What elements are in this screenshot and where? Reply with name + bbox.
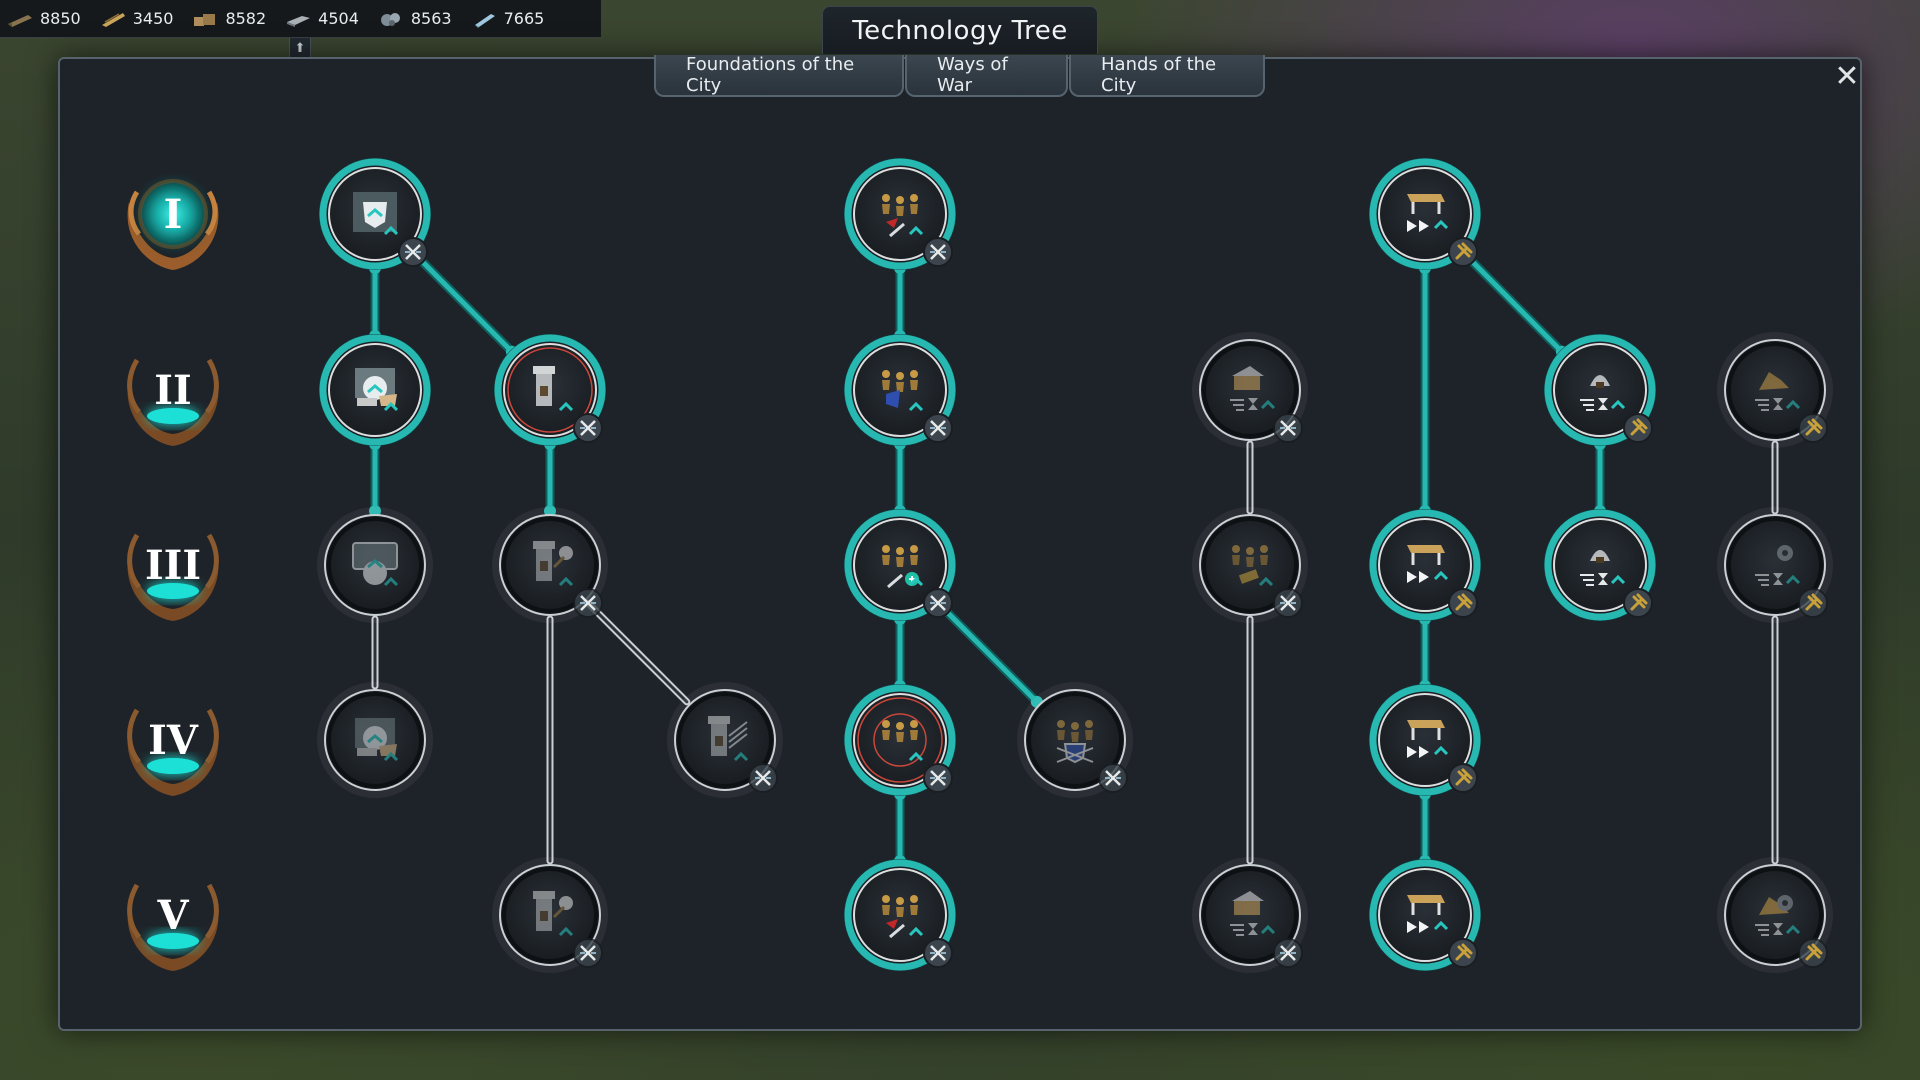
technology-tree: I II III IV V	[127, 158, 1833, 973]
gold-hammer-badge-icon	[1448, 938, 1478, 968]
gold-hammer-badge-icon	[1623, 588, 1653, 618]
gold-hammer-badge-icon	[1448, 237, 1478, 267]
tech-node-c2-t2[interactable]	[494, 334, 606, 446]
swords-badge-icon	[573, 413, 603, 443]
tech-node-c8-t3[interactable]	[1544, 509, 1656, 621]
shield-upgrade-icon	[353, 192, 399, 236]
tree-link	[369, 438, 381, 517]
tier-badge-3: III	[127, 533, 219, 621]
tech-node-c3-t4[interactable]	[667, 682, 783, 798]
swords-badge-icon	[923, 938, 953, 968]
swords-badge-icon	[923, 588, 953, 618]
tier-label: II	[154, 367, 191, 414]
swords-badge-icon	[573, 588, 603, 618]
tech-node-c9-t3[interactable]	[1717, 507, 1833, 623]
tree-link	[1419, 262, 1431, 517]
tree-link	[584, 599, 691, 706]
tree-link	[369, 262, 381, 342]
gold-hammer-badge-icon	[1448, 763, 1478, 793]
tech-node-c6-t3[interactable]	[1192, 507, 1308, 623]
swords-badge-icon	[923, 763, 953, 793]
tech-node-c6-t5[interactable]	[1192, 857, 1308, 973]
swords-badge-icon	[1273, 588, 1303, 618]
tech-node-c2-t3[interactable]	[492, 507, 608, 623]
tech-node-c9-t5[interactable]	[1717, 857, 1833, 973]
tech-node-c7-t4[interactable]	[1369, 684, 1481, 796]
tech-node-c1-t1[interactable]	[319, 158, 431, 270]
tech-node-c9-t2[interactable]	[1717, 332, 1833, 448]
tech-node-c4-t2[interactable]	[844, 334, 956, 446]
tree-link	[1594, 438, 1606, 517]
swords-badge-icon	[1273, 413, 1303, 443]
tree-link	[894, 438, 906, 517]
swords-badge-icon	[748, 763, 778, 793]
tree-link	[894, 613, 906, 692]
tech-node-c6-t2[interactable]	[1192, 332, 1308, 448]
tech-node-c4-t3[interactable]	[844, 509, 956, 621]
gold-hammer-badge-icon	[1448, 588, 1478, 618]
swords-badge-icon	[1098, 763, 1128, 793]
tree-link	[1419, 788, 1431, 867]
tier-label: I	[164, 191, 183, 238]
tech-node-c5-t4[interactable]	[1017, 682, 1133, 798]
tree-link	[407, 246, 518, 358]
tree-link	[932, 597, 1043, 708]
tree-link	[1419, 613, 1431, 692]
tech-node-c1-t3[interactable]	[317, 507, 433, 623]
swords-badge-icon	[923, 237, 953, 267]
tech-node-c7-t5[interactable]	[1369, 859, 1481, 971]
tree-link	[894, 262, 906, 342]
tier-badge-1: I	[127, 179, 219, 270]
tier-column: I II III IV V	[127, 179, 219, 971]
tree-link	[1457, 246, 1568, 358]
tech-node-c4-t4[interactable]	[844, 684, 956, 796]
tier-label: IV	[148, 717, 199, 764]
tech-node-c1-t2[interactable]	[319, 334, 431, 446]
gold-hammer-badge-icon	[1623, 413, 1653, 443]
tech-node-c4-t1[interactable]	[844, 158, 956, 270]
tree-link	[544, 438, 556, 517]
tech-node-c8-t2[interactable]	[1544, 334, 1656, 446]
swords-badge-icon	[398, 237, 428, 267]
tier-label: III	[145, 542, 201, 589]
swords-badge-icon	[923, 413, 953, 443]
tech-node-c7-t3[interactable]	[1369, 509, 1481, 621]
wall-building-icon	[355, 368, 399, 412]
tier-badge-4: IV	[127, 708, 219, 796]
tier-badge-2: II	[127, 358, 219, 446]
swords-badge-icon	[573, 938, 603, 968]
tech-node-c4-t5[interactable]	[844, 859, 956, 971]
gold-hammer-badge-icon	[1798, 588, 1828, 618]
nodes-layer	[317, 158, 1833, 973]
wall-building-icon	[355, 718, 399, 762]
tier-badge-5: V	[127, 883, 219, 971]
swords-badge-icon	[1273, 938, 1303, 968]
tech-node-c7-t1[interactable]	[1369, 158, 1481, 270]
gold-hammer-badge-icon	[1798, 413, 1828, 443]
tree-link	[894, 788, 906, 867]
gold-hammer-badge-icon	[1798, 938, 1828, 968]
tier-label: V	[156, 892, 189, 939]
tech-node-c1-t4[interactable]	[317, 682, 433, 798]
tech-node-c2-t5[interactable]	[492, 857, 608, 973]
